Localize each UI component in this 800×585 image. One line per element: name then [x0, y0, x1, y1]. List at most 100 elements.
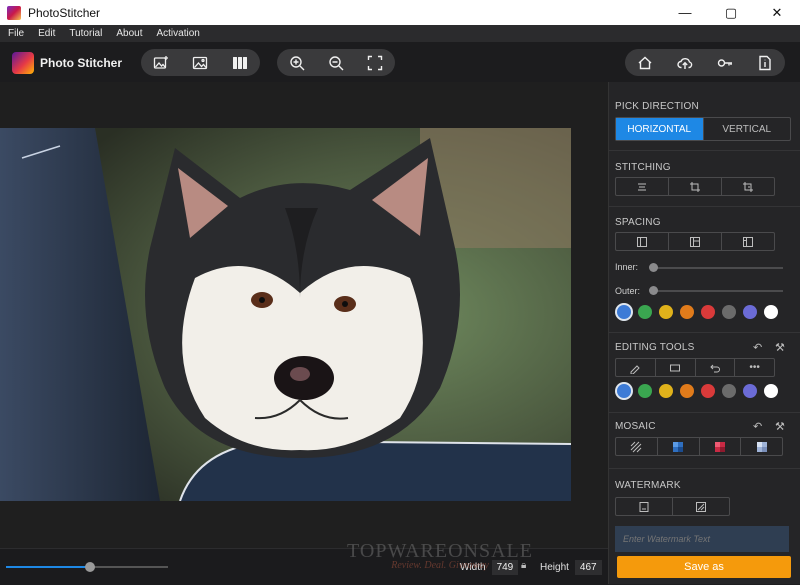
fit-screen-icon[interactable] — [363, 52, 387, 74]
add-image-icon[interactable] — [149, 52, 173, 74]
color-swatch-white[interactable] — [764, 384, 778, 398]
layout-right-icon[interactable] — [722, 233, 774, 250]
editing-tools-options: ••• — [615, 358, 775, 377]
mosaic-hatch-icon[interactable] — [616, 438, 658, 455]
width-field: Width 749 — [460, 560, 519, 575]
color-swatch-orange[interactable] — [680, 305, 694, 319]
stitching-options — [615, 177, 775, 196]
title-bar: PhotoStitcher — ▢ ✕ — [0, 0, 800, 25]
window-title: PhotoStitcher — [28, 5, 101, 20]
undo-icon[interactable]: ↶ — [753, 420, 762, 433]
vertical-button[interactable]: VERTICAL — [704, 118, 791, 140]
zoom-slider-knob[interactable] — [85, 562, 96, 572]
brush-clear-icon[interactable]: ⚒ — [775, 341, 785, 354]
color-swatch-orange[interactable] — [680, 384, 694, 398]
app-tools-group — [625, 49, 785, 76]
mosaic-options — [615, 437, 783, 456]
bottom-bar: Width 749 🔒︎ Height 467 — [0, 548, 608, 585]
columns-icon[interactable] — [228, 52, 252, 74]
layout-center-icon[interactable] — [669, 233, 722, 250]
close-icon[interactable]: ✕ — [754, 0, 800, 25]
height-value[interactable]: 467 — [574, 560, 602, 575]
color-swatch-white[interactable] — [764, 305, 778, 319]
mosaic-red-icon[interactable] — [700, 438, 742, 455]
zoom-slider-fill — [6, 566, 91, 568]
pen-icon[interactable] — [616, 359, 656, 376]
brand-name: Photo Stitcher — [40, 56, 123, 70]
undo-arrow-icon[interactable] — [696, 359, 736, 376]
menu-tutorial[interactable]: Tutorial — [61, 28, 108, 39]
dog-photo-illustration — [0, 128, 571, 501]
menu-about[interactable]: About — [108, 28, 148, 39]
direction-toggle: HORIZONTAL VERTICAL — [615, 117, 791, 141]
maximize-icon[interactable]: ▢ — [708, 0, 754, 25]
upload-cloud-icon[interactable] — [673, 52, 697, 74]
more-icon[interactable]: ••• — [735, 359, 774, 376]
editing-tools-title: EDITING TOOLS — [615, 342, 695, 353]
menu-edit[interactable]: Edit — [30, 28, 61, 39]
layout-left-icon[interactable] — [616, 233, 669, 250]
divider — [609, 332, 800, 333]
crop-icon[interactable] — [669, 178, 722, 195]
pick-direction-title: PICK DIRECTION — [615, 101, 699, 112]
window-controls: — ▢ ✕ — [662, 0, 800, 25]
minimize-icon[interactable]: — — [662, 0, 708, 25]
stitching-title: STITCHING — [615, 162, 671, 173]
outer-spacing-track[interactable] — [653, 290, 783, 292]
color-swatch-red[interactable] — [701, 305, 715, 319]
save-as-button[interactable]: Save as — [617, 556, 791, 578]
menu-activation[interactable]: Activation — [148, 28, 205, 39]
rectangle-icon[interactable] — [656, 359, 696, 376]
color-swatch-green[interactable] — [638, 305, 652, 319]
mosaic-blue-icon[interactable] — [658, 438, 700, 455]
horizontal-button[interactable]: HORIZONTAL — [616, 118, 704, 140]
replace-image-icon[interactable] — [188, 52, 212, 74]
inner-spacing-knob[interactable] — [649, 263, 658, 272]
color-swatch-yellow[interactable] — [659, 305, 673, 319]
zoom-in-icon[interactable] — [285, 52, 309, 74]
menu-file[interactable]: File — [0, 28, 30, 39]
logo-icon — [12, 52, 34, 74]
stitched-photo[interactable] — [0, 128, 571, 501]
align-lines-icon[interactable] — [616, 178, 669, 195]
info-icon[interactable] — [753, 52, 777, 74]
brush-clear-icon[interactable]: ⚒ — [775, 420, 785, 433]
color-swatch-blue[interactable] — [617, 384, 631, 398]
divider — [609, 468, 800, 469]
color-swatch-gray[interactable] — [722, 384, 736, 398]
color-swatch-purple[interactable] — [743, 384, 757, 398]
spacing-color-swatches — [617, 305, 778, 319]
outer-spacing-label: Outer: — [615, 286, 641, 296]
spacing-title: SPACING — [615, 217, 661, 228]
menu-bar: File Edit Tutorial About Activation — [0, 25, 800, 42]
undo-icon[interactable]: ↶ — [753, 341, 762, 354]
home-icon[interactable] — [633, 52, 657, 74]
divider — [609, 206, 800, 207]
color-swatch-red[interactable] — [701, 384, 715, 398]
toolbar: Photo Stitcher — [0, 42, 800, 83]
outer-spacing-knob[interactable] — [649, 286, 658, 295]
color-swatch-gray[interactable] — [722, 305, 736, 319]
mosaic-light-icon[interactable] — [741, 438, 782, 455]
settings-panel: PICK DIRECTION HORIZONTAL VERTICAL STITC… — [608, 82, 800, 584]
crop-alt-icon[interactable] — [722, 178, 774, 195]
width-value[interactable]: 749 — [491, 560, 519, 575]
app-icon — [7, 5, 21, 20]
brand-logo: Photo Stitcher — [12, 52, 122, 74]
watermark-options — [615, 497, 730, 516]
color-swatch-blue[interactable] — [617, 305, 631, 319]
key-icon[interactable] — [713, 52, 737, 74]
zoom-out-icon[interactable] — [324, 52, 348, 74]
width-label: Width — [460, 562, 486, 573]
color-swatch-purple[interactable] — [743, 305, 757, 319]
text-watermark-icon[interactable] — [616, 498, 673, 515]
lock-icon[interactable]: 🔒︎ — [521, 560, 526, 571]
zoom-slider-track[interactable] — [6, 562, 168, 572]
watermark-text-input[interactable] — [615, 526, 789, 552]
canvas-area[interactable] — [0, 82, 608, 548]
color-swatch-yellow[interactable] — [659, 384, 673, 398]
image-watermark-icon[interactable] — [673, 498, 729, 515]
inner-spacing-track[interactable] — [653, 267, 783, 269]
color-swatch-green[interactable] — [638, 384, 652, 398]
zoom-tools-group — [277, 49, 395, 76]
